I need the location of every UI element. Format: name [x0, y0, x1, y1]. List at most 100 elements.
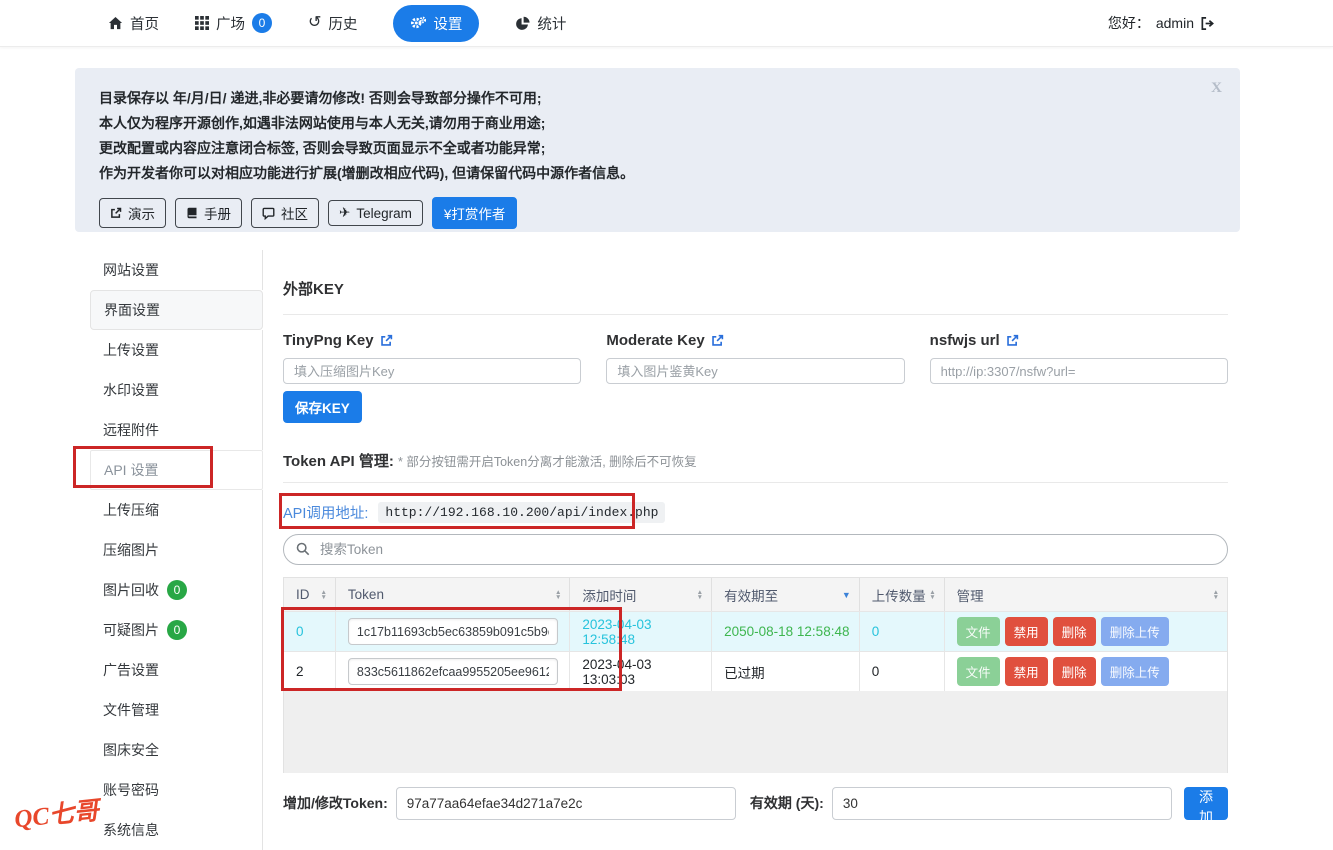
sidebar-item-label: 图片回收: [103, 580, 159, 600]
sidebar-item-api-settings[interactable]: API 设置: [90, 450, 263, 490]
sidebar-item-label: 界面设置: [104, 300, 160, 320]
sidebar-item-compress-image[interactable]: 压缩图片: [90, 530, 263, 570]
save-key-button[interactable]: 保存KEY: [283, 391, 362, 423]
external-link-icon[interactable]: [1006, 334, 1019, 347]
demo-button-label: 演示: [128, 203, 155, 223]
notice-buttons: 演示 手册 社区 ✈ Telegram ¥打赏作者: [99, 197, 1216, 229]
nav-item-history[interactable]: ↺ 历史: [308, 13, 357, 34]
close-icon[interactable]: X: [1211, 80, 1222, 97]
disable-button[interactable]: 禁用: [1005, 617, 1048, 646]
cell-manage: 文件 禁用 删除 删除上传: [945, 612, 1227, 651]
nav-item-home[interactable]: 首页: [108, 13, 159, 34]
disable-button[interactable]: 禁用: [1005, 657, 1048, 686]
pie-chart-icon: [515, 16, 530, 31]
donate-button[interactable]: ¥打赏作者: [432, 197, 518, 229]
token-api-note: * 部分按钮需开启Token分离才能激活, 删除后不可恢复: [398, 455, 697, 469]
sidebar-item-label: 水印设置: [103, 380, 159, 400]
greeting-label: 您好：: [1108, 13, 1150, 33]
sidebar-item-label: 广告设置: [103, 660, 159, 680]
book-icon: [186, 207, 198, 219]
cell-id: 2: [284, 652, 336, 691]
header-token[interactable]: Token▲▼: [336, 578, 570, 611]
cell-added-time: 2023-04-03 13:03:03: [570, 652, 712, 691]
external-link-icon: [110, 207, 122, 219]
external-link-icon[interactable]: [711, 334, 724, 347]
delete-button[interactable]: 删除: [1053, 657, 1096, 686]
sidebar-item-watermark-settings[interactable]: 水印设置: [90, 370, 263, 410]
community-button[interactable]: 社区: [251, 198, 319, 228]
api-url-value: http://192.168.10.200/api/index.php: [378, 502, 665, 523]
header-valid-until[interactable]: 有效期至▼: [712, 578, 860, 611]
header-added-time[interactable]: 添加时间▲▼: [570, 578, 712, 611]
sidebar-item-system-info[interactable]: 系统信息: [90, 810, 263, 850]
files-button[interactable]: 文件: [957, 617, 1000, 646]
notice-banner: X 目录保存以 年/月/日/ 递进,非必要请勿修改! 否则会导致部分操作不可用;…: [75, 68, 1240, 232]
delete-button[interactable]: 删除: [1053, 617, 1096, 646]
home-icon: [108, 16, 123, 31]
header-manage[interactable]: 管理▲▼: [945, 578, 1227, 611]
sidebar-item-label: 可疑图片: [103, 620, 159, 640]
sort-icon: ▲▼: [1213, 590, 1219, 600]
external-link-icon[interactable]: [380, 334, 393, 347]
sidebar-item-account-password[interactable]: 账号密码: [90, 770, 263, 810]
table-empty-area: [284, 691, 1227, 773]
delete-uploads-button[interactable]: 删除上传: [1101, 657, 1169, 686]
valid-days-input[interactable]: [832, 787, 1172, 820]
tinypng-key-input[interactable]: [283, 358, 581, 384]
sidebar-item-image-recycle[interactable]: 图片回收0: [90, 570, 263, 610]
cell-upload-count: 0: [860, 652, 945, 691]
nav-item-settings-active[interactable]: 设置: [393, 5, 479, 42]
nav-item-label: 历史: [328, 13, 357, 34]
nsfwjs-url-input[interactable]: [930, 358, 1228, 384]
sidebar-item-file-management[interactable]: 文件管理: [90, 690, 263, 730]
add-token-input[interactable]: [396, 787, 736, 820]
main-content: 外部KEY TinyPng Key Moderate Key nsfwjs: [283, 250, 1228, 835]
demo-button[interactable]: 演示: [99, 198, 166, 228]
manual-button[interactable]: 手册: [175, 198, 242, 228]
telegram-button[interactable]: ✈ Telegram: [328, 200, 423, 226]
notice-line: 本人仅为程序开源创作,如遇非法网站使用与本人无关,请勿用于商业用途;: [99, 111, 1216, 136]
plaza-count-badge: 0: [252, 13, 272, 33]
table-header-row: ID▲▼ Token▲▼ 添加时间▲▼ 有效期至▼ 上传数量▲▼ 管理▲▼: [284, 578, 1227, 611]
header-id[interactable]: ID▲▼: [284, 578, 336, 611]
sidebar-item-interface-settings[interactable]: 界面设置: [90, 290, 263, 330]
moderate-key-input[interactable]: [606, 358, 904, 384]
search-token-input[interactable]: [283, 534, 1228, 565]
logout-icon[interactable]: [1200, 16, 1215, 31]
telegram-button-label: Telegram: [356, 206, 412, 221]
sidebar-item-imagebed-security[interactable]: 图床安全: [90, 730, 263, 770]
sidebar-item-ad-settings[interactable]: 广告设置: [90, 650, 263, 690]
gears-icon: [410, 16, 426, 30]
files-button[interactable]: 文件: [957, 657, 1000, 686]
sidebar-item-remote-attachment[interactable]: 远程附件: [90, 410, 263, 450]
sidebar-item-website-settings[interactable]: 网站设置: [90, 250, 263, 290]
sidebar-item-suspicious-images[interactable]: 可疑图片0: [90, 610, 263, 650]
token-value-input[interactable]: [348, 618, 558, 645]
cell-valid-until: 2050-08-18 12:58:48: [712, 612, 860, 651]
username: admin: [1156, 15, 1194, 31]
cell-valid-until: 已过期: [712, 652, 860, 691]
add-button[interactable]: 添加: [1184, 787, 1228, 820]
user-area: 您好： admin: [1108, 13, 1215, 33]
table-row: 2 2023-04-03 13:03:03 已过期 0 文件 禁用 删除 删除上…: [284, 651, 1227, 691]
nav-item-plaza[interactable]: 广场 0: [195, 13, 272, 34]
token-table: ID▲▼ Token▲▼ 添加时间▲▼ 有效期至▼ 上传数量▲▼ 管理▲▼ 0 …: [283, 577, 1228, 773]
token-value-input[interactable]: [348, 658, 558, 685]
sidebar-item-upload-settings[interactable]: 上传设置: [90, 330, 263, 370]
nav-item-label: 广场: [216, 13, 245, 34]
cell-token: [336, 652, 570, 691]
cell-id: 0: [284, 612, 336, 651]
sidebar-item-label: 网站设置: [103, 260, 159, 280]
cell-token: [336, 612, 570, 651]
delete-uploads-button[interactable]: 删除上传: [1101, 617, 1169, 646]
sidebar-item-label: 远程附件: [103, 420, 159, 440]
api-url-label: API调用地址:: [283, 502, 368, 523]
top-navbar: 首页 广场 0 ↺ 历史 设置 统计 您好： admin: [0, 0, 1333, 47]
nav-item-label: 设置: [433, 13, 462, 34]
sidebar-item-upload-compress[interactable]: 上传压缩: [90, 490, 263, 530]
table-row: 0 2023-04-03 12:58:48 2050-08-18 12:58:4…: [284, 611, 1227, 651]
sidebar-item-label: API 设置: [104, 460, 158, 480]
sort-icon: ▲▼: [555, 590, 561, 600]
header-upload-count[interactable]: 上传数量▲▼: [860, 578, 945, 611]
nav-item-stats[interactable]: 统计: [515, 13, 566, 34]
